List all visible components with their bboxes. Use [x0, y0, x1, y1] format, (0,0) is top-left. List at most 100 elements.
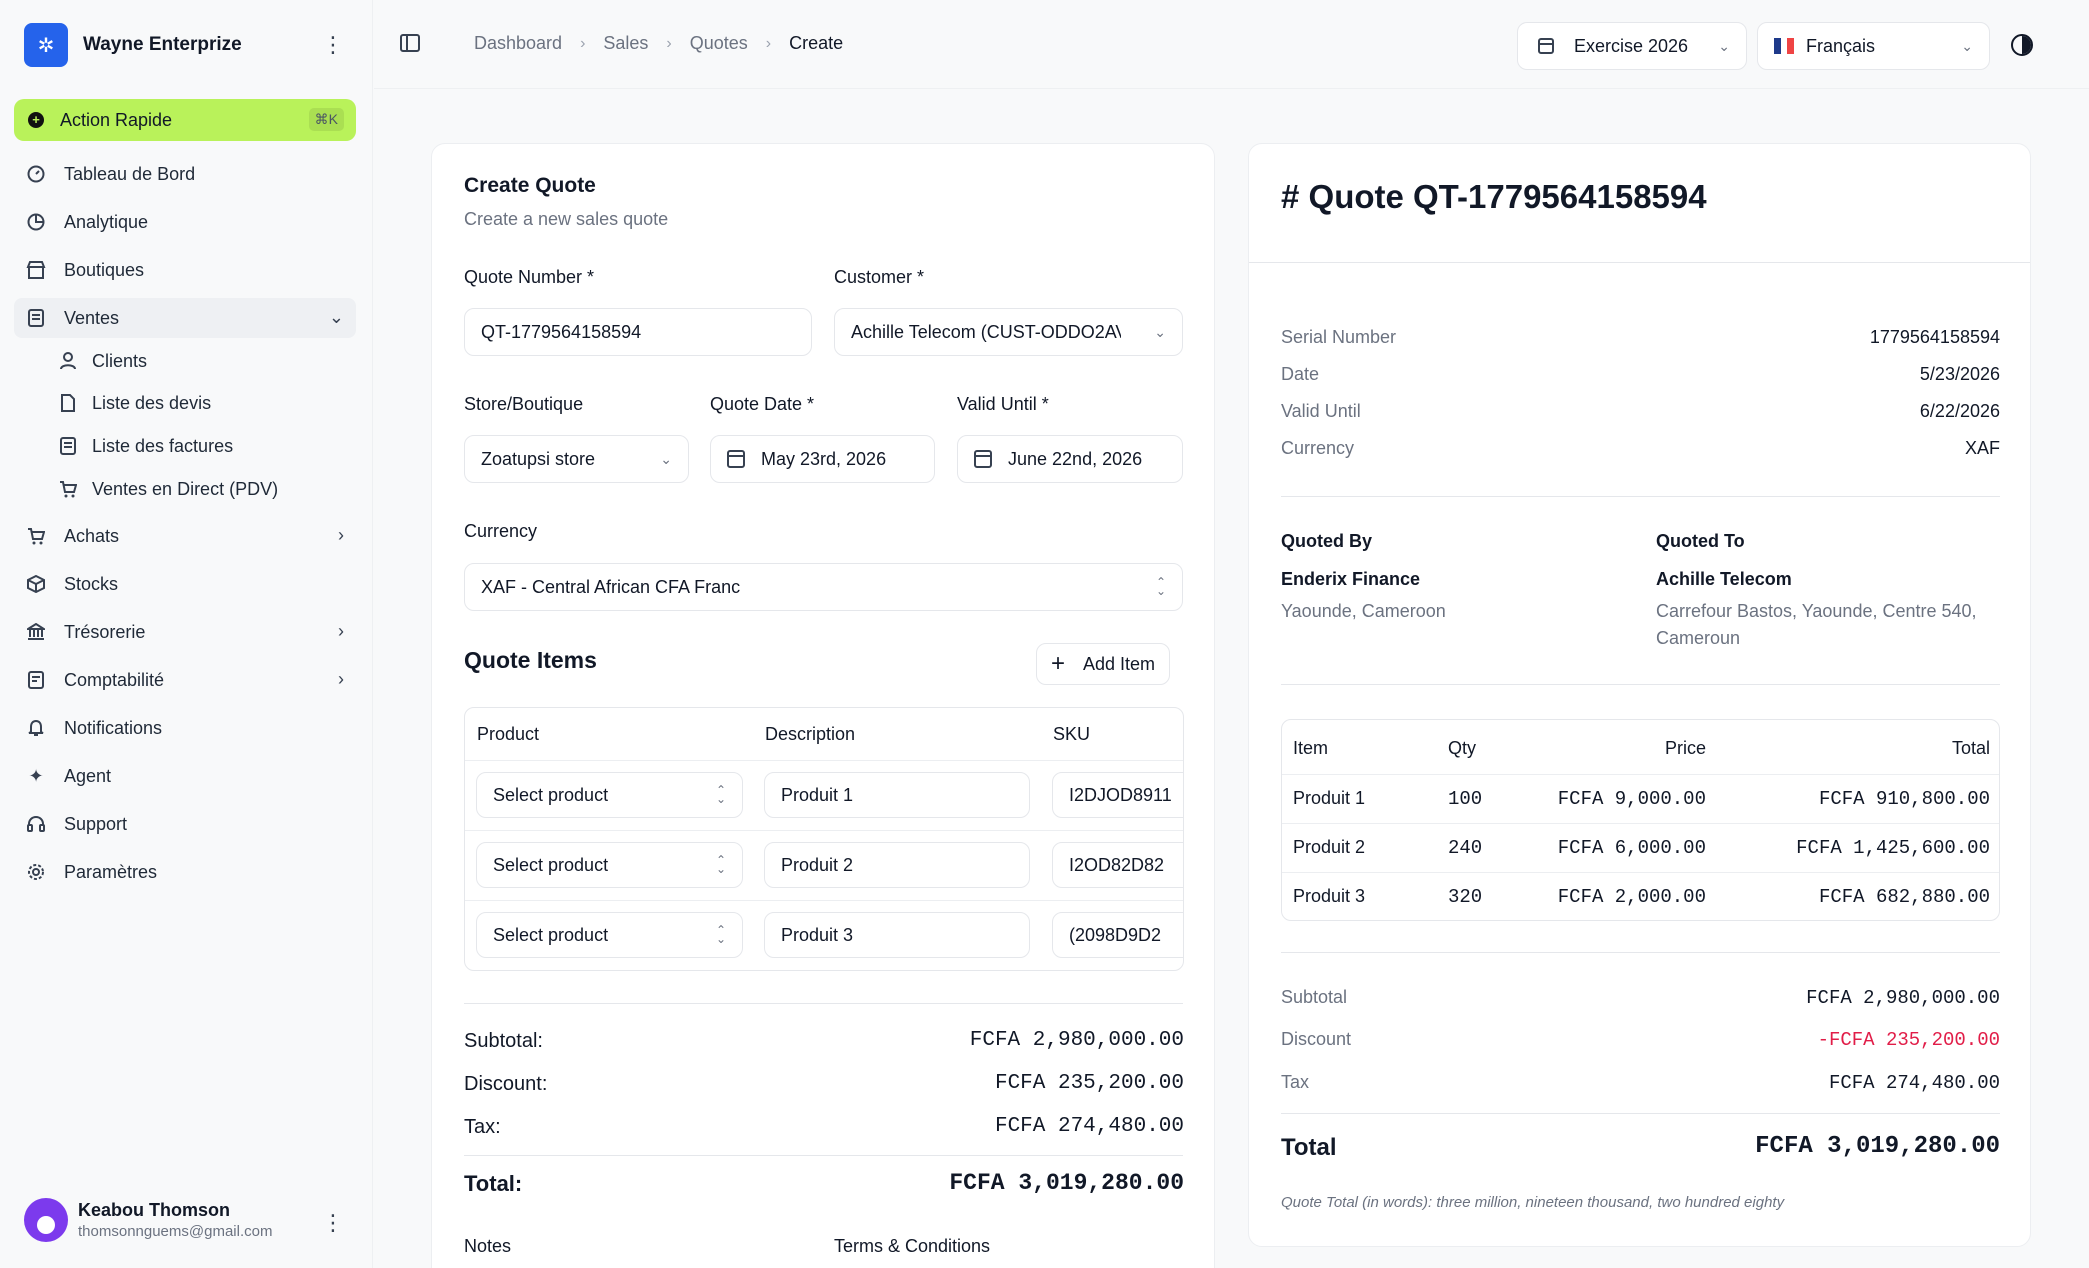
theme-toggle-icon[interactable] [2011, 34, 2033, 56]
description-value: Produit 3 [781, 924, 854, 945]
sidebar-subitem-quotes[interactable]: Liste des devis [58, 385, 211, 421]
currency-select[interactable]: XAF - Central African CFA Franc ⌃ ⌄ [464, 563, 1183, 611]
add-item-label: Add Item [1083, 653, 1156, 674]
breadcrumb-dashboard[interactable]: Dashboard [474, 33, 562, 54]
invoice-icon [58, 436, 78, 456]
currency-value: XAF [1964, 438, 2000, 458]
dashboard-icon [26, 164, 46, 184]
notes-label: Notes [464, 1236, 512, 1256]
product-select[interactable]: Select product ⌃ ⌄ [476, 772, 743, 818]
sidebar-subitem-invoices[interactable]: Liste des factures [58, 428, 233, 464]
more-vertical-icon[interactable]: ⋮ [322, 34, 344, 56]
language-select[interactable]: Français ⌄ [1757, 22, 1990, 70]
sku-value: I2DJOD8911 [1069, 784, 1172, 805]
chevron-down-icon: ⌄ [1718, 37, 1730, 54]
preview-row-total: FCFA 682,880.00 [1818, 886, 1990, 908]
breadcrumb-sales[interactable]: Sales [603, 33, 648, 54]
quote-number-input[interactable]: QT-1779564158594 [464, 308, 812, 356]
sidebar-item-support[interactable]: Support [14, 804, 356, 844]
quote-items-table: Product Description SKU Select product ⌃… [464, 707, 1184, 971]
chevron-right-icon: › [338, 525, 344, 545]
gear-icon [26, 862, 46, 882]
chevron-down-icon: ⌄ [1961, 37, 1973, 54]
description-value: Produit 2 [781, 854, 854, 875]
description-input[interactable]: Produit 3 [764, 912, 1030, 958]
store-label: Store/Boutique [464, 394, 584, 414]
sidebar-toggle-icon[interactable] [400, 34, 420, 52]
quote-date-picker[interactable]: May 23rd, 2026 [710, 435, 935, 483]
description-input[interactable]: Produit 2 [764, 842, 1030, 888]
product-select[interactable]: Select product ⌃ ⌄ [476, 912, 743, 958]
chevron-down-icon: ⌄ [328, 307, 344, 327]
sidebar-item-purchases[interactable]: Achats › [14, 516, 356, 556]
chevron-right-icon: › [666, 34, 672, 52]
sidebar-item-agent[interactable]: ✦ Agent [14, 756, 356, 796]
sku-input[interactable]: (2098D9D2 [1052, 912, 1183, 958]
sidebar-item-label: Agent [64, 765, 112, 786]
sidebar-item-label: Ventes [64, 307, 120, 328]
description-value: Produit 1 [781, 784, 854, 805]
sidebar-item-accounting[interactable]: Comptabilité › [14, 660, 356, 700]
receipt-icon [26, 308, 46, 328]
fiscal-year-select[interactable]: Exercise 2026 ⌄ [1517, 22, 1747, 70]
sidebar-item-stocks[interactable]: Stocks [14, 564, 356, 604]
breadcrumb-quotes[interactable]: Quotes [690, 33, 748, 54]
product-select[interactable]: Select product ⌃ ⌄ [476, 842, 743, 888]
more-vertical-icon[interactable]: ⋮ [322, 1210, 344, 1236]
preview-subtotal-value: FCFA 2,980,000.00 [1806, 987, 2000, 1009]
quoted-to-label: Quoted To [1656, 531, 1745, 551]
sidebar-subitem-pos[interactable]: Ventes en Direct (PDV) [58, 471, 278, 507]
document-icon [58, 393, 78, 413]
date-label: Date [1281, 364, 1320, 384]
sidebar-item-analytics[interactable]: Analytique [14, 202, 356, 242]
preview-discount-label: Discount [1281, 1029, 1352, 1049]
sidebar-subitem-clients[interactable]: Clients [58, 343, 147, 379]
sidebar-item-label: Comptabilité [64, 669, 165, 690]
add-item-button[interactable]: + Add Item [1036, 643, 1171, 685]
sku-input[interactable]: I2DJOD8911 [1052, 772, 1183, 818]
sku-input[interactable]: I2OD82D82 [1052, 842, 1183, 888]
sidebar-item-dashboard[interactable]: Tableau de Bord [14, 154, 356, 194]
store-select[interactable]: Zoatupsi store ⌄ [464, 435, 689, 483]
box-icon [26, 574, 46, 594]
chevron-down-icon: ⌄ [1154, 323, 1166, 340]
user-profile[interactable]: Keabou Thomson thomsonnguems@gmail.com [24, 1198, 272, 1242]
preview-row-item: Produit 3 [1293, 886, 1366, 906]
customer-select[interactable]: Achille Telecom (CUST-ODDO2AV ⌄ [834, 308, 1183, 356]
brand[interactable]: ✲ Wayne Enterprize [24, 23, 242, 67]
description-input[interactable]: Produit 1 [764, 772, 1030, 818]
quote-items-title: Quote Items [464, 647, 597, 673]
sparkles-icon: ✦ [28, 765, 44, 786]
brand-name: Wayne Enterprize [83, 34, 242, 55]
valid-until-picker[interactable]: June 22nd, 2026 [957, 435, 1183, 483]
create-quote-form: Create Quote Create a new sales quote Qu… [431, 143, 1215, 1268]
sidebar-item-sales[interactable]: Ventes ⌄ [14, 298, 356, 338]
preview-subtotal-label: Subtotal [1281, 987, 1348, 1007]
quick-action-button[interactable]: + Action Rapide ⌘K [14, 99, 356, 141]
preview-tax-label: Tax [1281, 1072, 1310, 1092]
column-header-qty: Qty [1448, 738, 1477, 758]
fiscal-year-value: Exercise 2026 [1574, 35, 1689, 56]
chevron-down-icon: ⌄ [660, 450, 672, 467]
chevron-up-down-icon: ⌃ ⌄ [715, 783, 726, 806]
valid-until-value: 6/22/2026 [1919, 401, 2000, 421]
bank-icon [26, 622, 46, 642]
preview-row-total: FCFA 910,800.00 [1818, 788, 1990, 810]
product-value: Select product [493, 854, 609, 875]
sidebar-item-treasury[interactable]: Trésorerie › [14, 612, 356, 652]
preview-row-total: FCFA 1,425,600.00 [1796, 837, 1990, 859]
plus-circle-icon: + [28, 112, 44, 128]
preview-row-qty: 100 [1448, 788, 1483, 810]
cart-icon [58, 479, 78, 499]
flag-fr-icon [1774, 38, 1795, 54]
topbar: Dashboard › Sales › Quotes › Create Exer… [374, 0, 2089, 89]
sidebar-item-settings[interactable]: Paramètres [14, 852, 356, 892]
preview-total-value: FCFA 3,019,280.00 [1755, 1133, 2000, 1160]
sidebar-item-notifications[interactable]: Notifications [14, 708, 356, 748]
column-header-product: Product [477, 724, 540, 744]
preview-row-price: FCFA 2,000.00 [1557, 886, 1706, 908]
column-header-sku: SKU [1053, 724, 1091, 744]
discount-label: Discount: [464, 1073, 548, 1095]
sidebar-item-stores[interactable]: Boutiques [14, 250, 356, 290]
currency-label: Currency [1281, 438, 1355, 458]
